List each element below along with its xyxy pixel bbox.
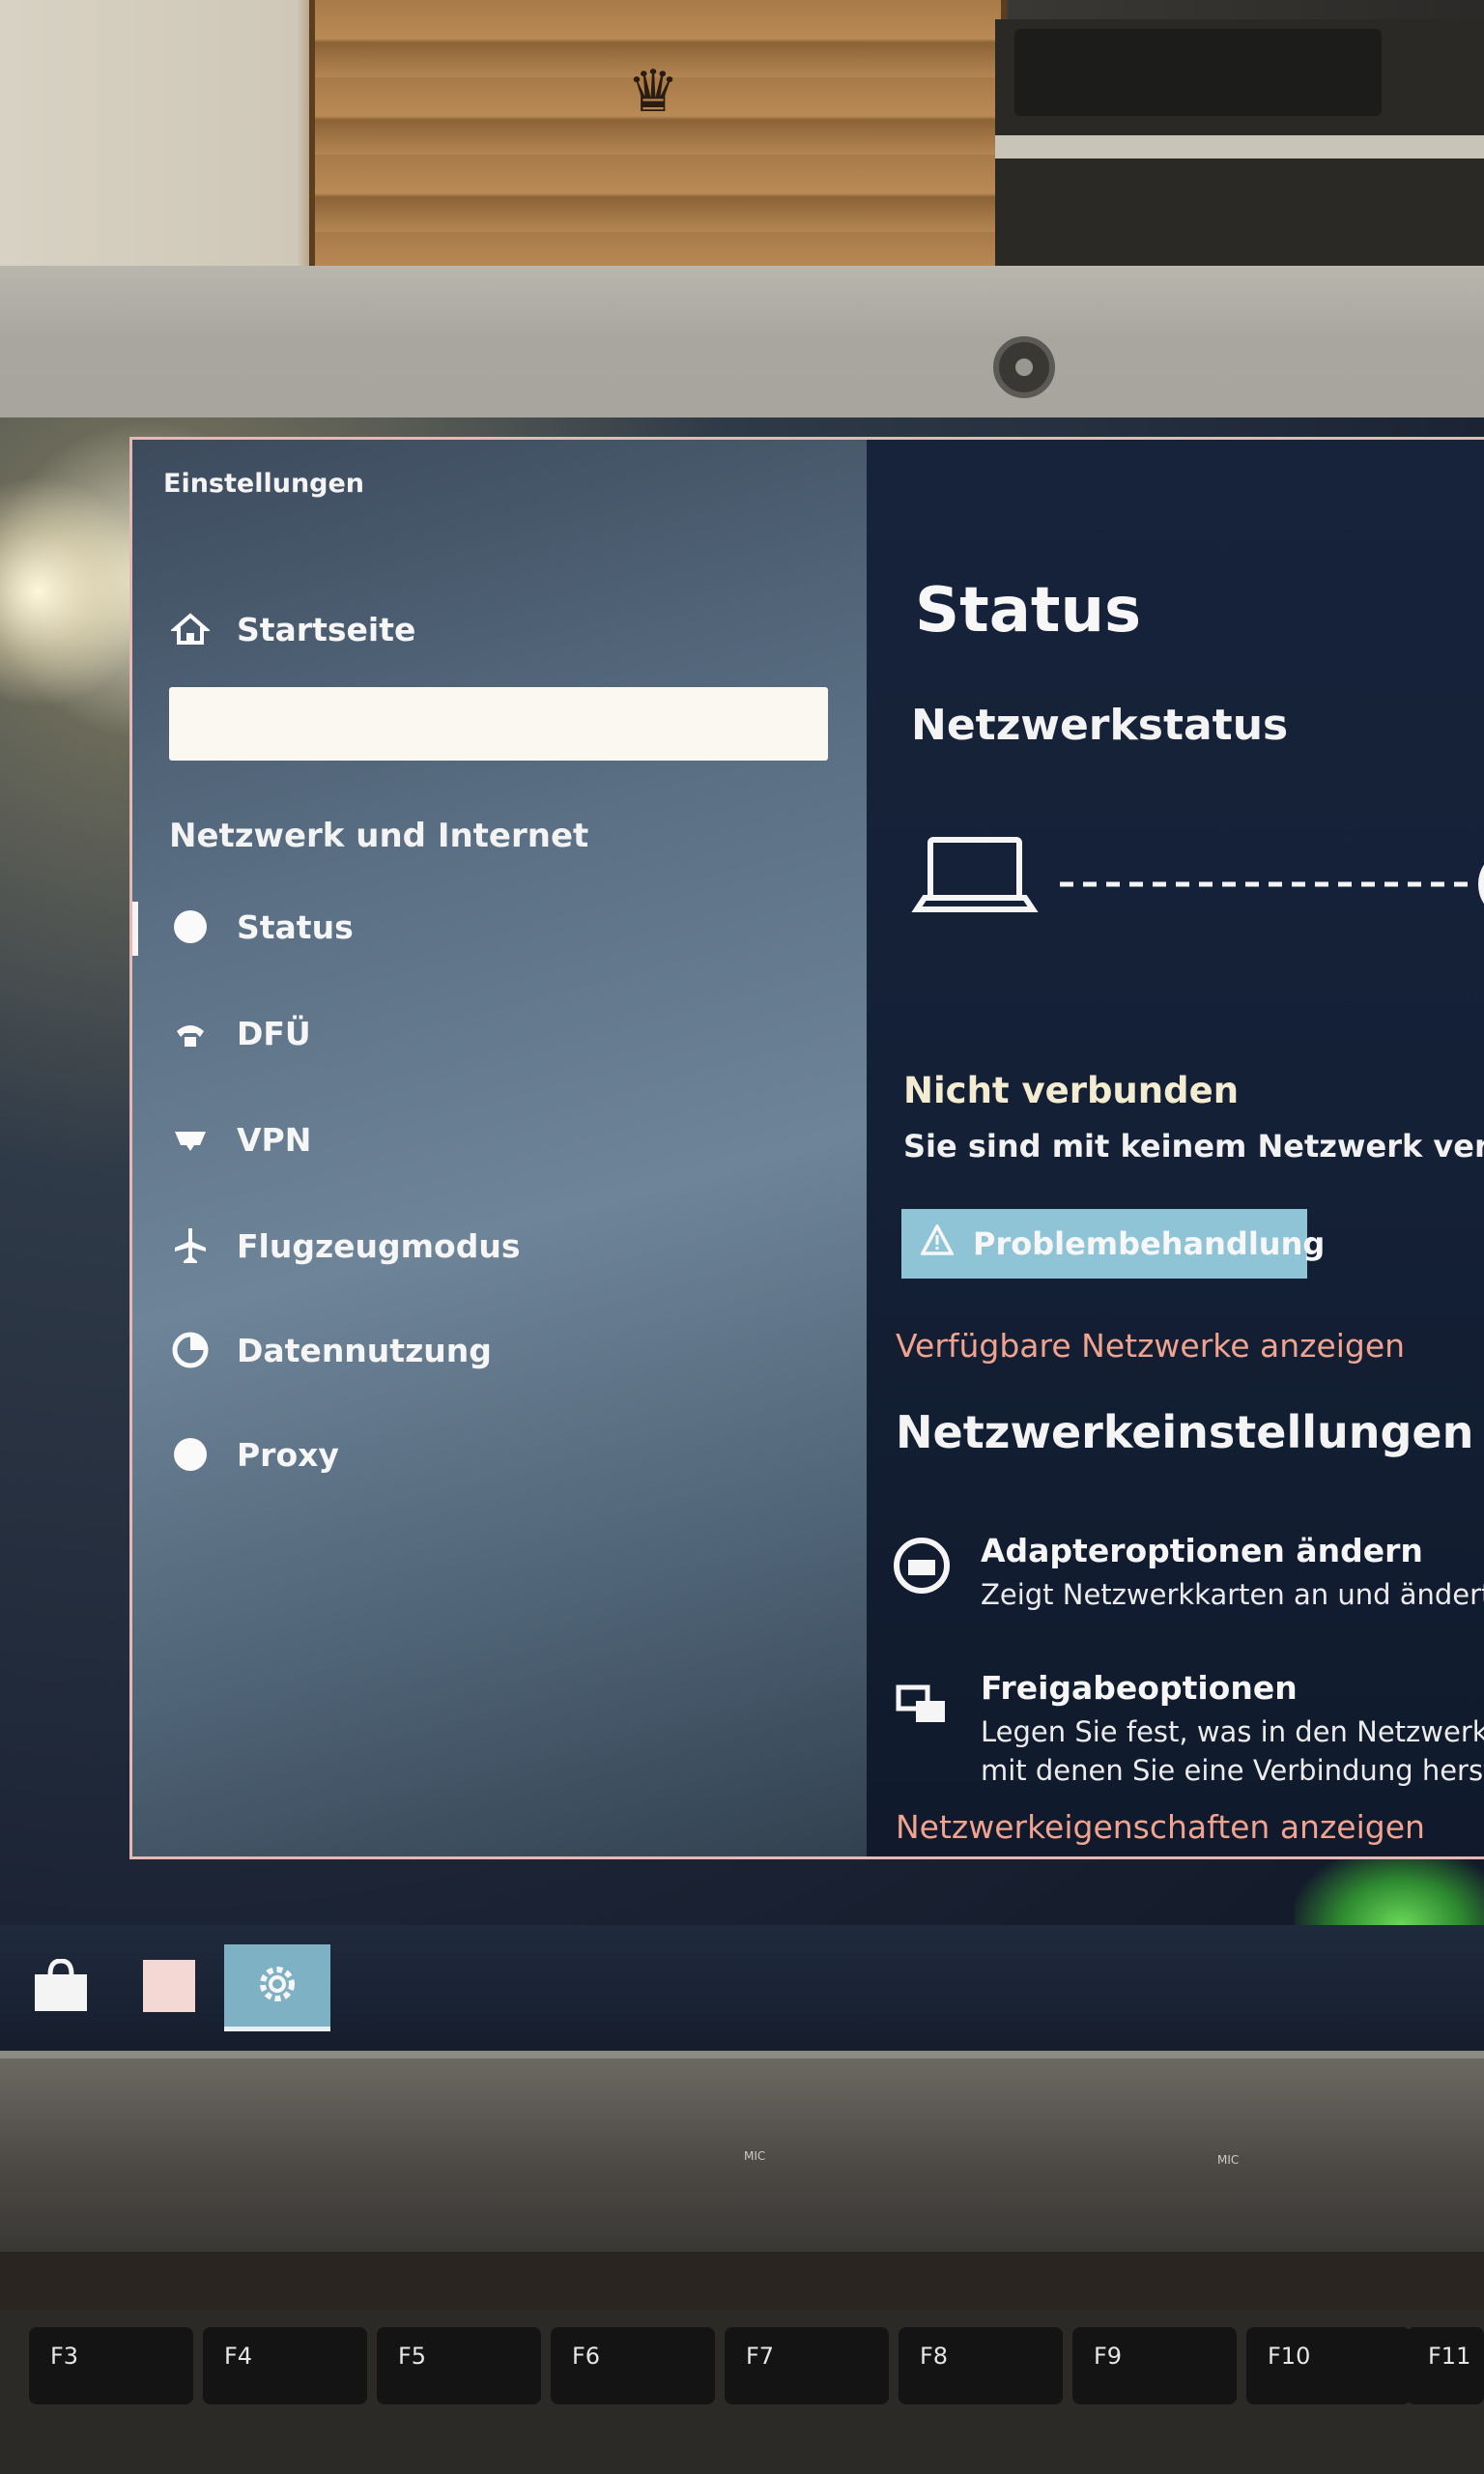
laptop-hinge: MIC MIC: [0, 2058, 1484, 2252]
keyboard: F3 F4 F5 F6 F7 F8 F9 F10 F11: [0, 2310, 1484, 2474]
settings-content: Status Netzwerkstatus Nicht verbunden Si…: [867, 440, 1484, 1856]
app-tile-icon: [141, 1958, 197, 2018]
key-f9[interactable]: F9: [1072, 2327, 1237, 2404]
search-input[interactable]: [169, 687, 828, 761]
key-f8[interactable]: F8: [899, 2327, 1063, 2404]
window-title: Einstellungen: [163, 469, 365, 499]
sidebar-item-data-usage[interactable]: Datennutzung: [171, 1331, 492, 1369]
key-f7[interactable]: F7: [725, 2327, 889, 2404]
sharing-options-item[interactable]: Freigabeoptionen Legen Sie fest, was in …: [888, 1669, 1484, 1790]
settings-window: Einstellungen Startseite Netzwerk und In…: [129, 437, 1484, 1859]
sidebar-item-label: Datennutzung: [237, 1331, 492, 1369]
sidebar-item-status[interactable]: Status: [171, 907, 354, 946]
home-icon: [171, 610, 210, 648]
adapter-options-title: Adapteroptionen ändern: [981, 1532, 1423, 1569]
mic-label: MIC: [744, 2149, 766, 2163]
taskbar: [0, 1925, 1484, 2051]
chest-ornament-icon: ♛: [627, 58, 679, 126]
globe-icon: [171, 907, 210, 946]
key-f3[interactable]: F3: [29, 2327, 193, 2404]
taskbar-settings-button[interactable]: [224, 1944, 330, 2031]
sidebar-item-vpn[interactable]: VPN: [171, 1120, 311, 1159]
connection-status-text: Sie sind mit keinem Netzwerk verbunde: [903, 1128, 1484, 1165]
laptop-screen: Einstellungen Startseite Netzwerk und In…: [0, 417, 1484, 2051]
sidebar-item-home[interactable]: Startseite: [171, 610, 415, 648]
sidebar-item-dialup[interactable]: DFÜ: [171, 1014, 311, 1052]
sidebar-item-label: DFÜ: [237, 1014, 311, 1052]
sharing-options-desc-line1: Legen Sie fest, was in den Netzwerken fr…: [981, 1715, 1484, 1748]
dialup-phone-icon: [171, 1014, 210, 1052]
troubleshoot-label: Problembehandlung: [973, 1225, 1326, 1262]
adapter-options-desc: Zeigt Netzwerkkarten an und ändert Verb: [981, 1578, 1484, 1611]
key-f11[interactable]: F11: [1407, 2327, 1484, 2404]
airplane-icon: [171, 1226, 210, 1265]
network-diagram: [911, 837, 1484, 912]
taskbar-app-button[interactable]: [116, 1944, 222, 2031]
show-available-networks-link[interactable]: Verfügbare Netzwerke anzeigen: [896, 1327, 1405, 1365]
key-f5[interactable]: F5: [377, 2327, 541, 2404]
section-title: Netzwerk und Internet: [169, 817, 589, 855]
store-bag-icon: [31, 1958, 91, 2017]
vpn-icon: [171, 1120, 210, 1159]
key-f10[interactable]: F10: [1246, 2327, 1411, 2404]
settings-sidebar: Einstellungen Startseite Netzwerk und In…: [132, 440, 867, 1856]
key-f6[interactable]: F6: [551, 2327, 715, 2404]
show-network-properties-link[interactable]: Netzwerkeigenschaften anzeigen: [896, 1808, 1425, 1846]
troubleshoot-button[interactable]: Problembehandlung: [901, 1209, 1325, 1279]
laptop-icon: [911, 837, 1039, 912]
connection-status-title: Nicht verbunden: [903, 1070, 1240, 1111]
sidebar-item-label: Startseite: [237, 610, 416, 648]
page-title: Status: [915, 575, 1142, 647]
sidebar-item-label: Proxy: [237, 1435, 339, 1474]
wooden-chest: ♛: [309, 0, 1007, 271]
sharing-icon: [888, 1669, 956, 1737]
settings-gear-icon: [254, 1961, 300, 2011]
sharing-options-desc-line2: mit denen Sie eine Verbindung herstellen…: [981, 1754, 1484, 1787]
key-f4[interactable]: F4: [203, 2327, 367, 2404]
router-device: [1014, 29, 1382, 116]
data-usage-icon: [171, 1331, 210, 1369]
sidebar-item-label: Status: [237, 907, 354, 946]
warning-icon: [920, 1223, 955, 1263]
change-network-settings-heading: Netzwerkeinstellungen ändern: [896, 1406, 1484, 1458]
shelf-edge: [995, 135, 1484, 158]
sidebar-item-label: VPN: [237, 1120, 312, 1159]
mic-label: MIC: [1217, 2153, 1240, 2167]
network-status-heading: Netzwerkstatus: [911, 701, 1289, 750]
webcam-icon: [993, 336, 1055, 398]
sidebar-item-airplane-mode[interactable]: Flugzeugmodus: [171, 1226, 521, 1265]
sidebar-item-proxy[interactable]: Proxy: [171, 1435, 339, 1474]
network-adapter-icon: [888, 1532, 956, 1599]
taskbar-store-button[interactable]: [8, 1944, 114, 2031]
sidebar-item-label: Flugzeugmodus: [237, 1226, 521, 1265]
selected-indicator: [132, 902, 138, 956]
globe-icon: [171, 1435, 210, 1474]
adapter-options-item[interactable]: Adapteroptionen ändern Zeigt Netzwerkkar…: [888, 1532, 1484, 1614]
sharing-options-title: Freigabeoptionen: [981, 1669, 1298, 1707]
